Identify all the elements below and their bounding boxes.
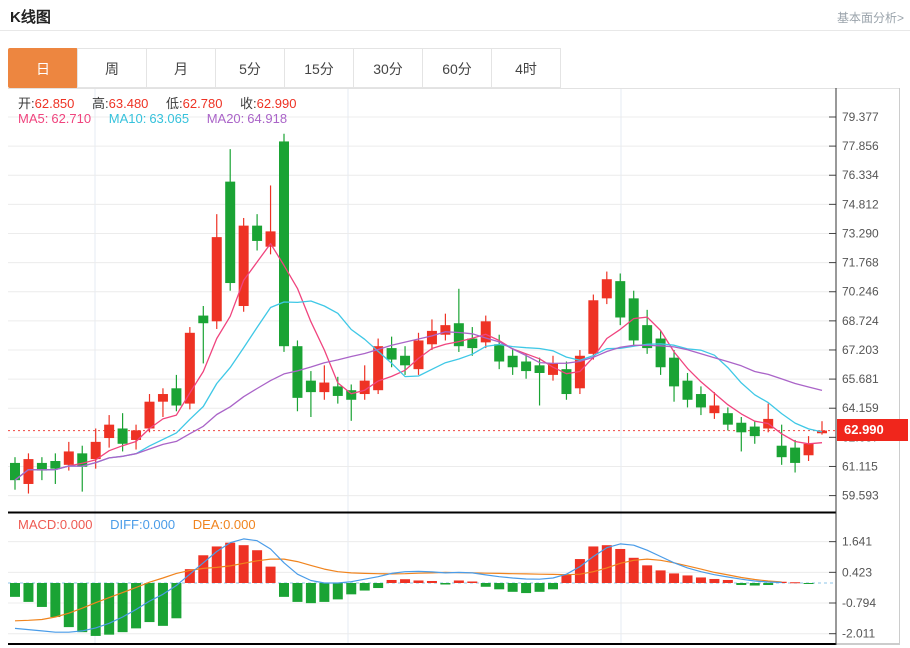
- low-value: 62.780: [182, 96, 223, 111]
- ma20-value: 64.918: [247, 111, 288, 126]
- tab-15min[interactable]: 15分: [284, 48, 354, 88]
- tab-30min[interactable]: 30分: [353, 48, 423, 88]
- close-value: 62.990: [256, 96, 297, 111]
- ma5-label: MA5:: [18, 111, 49, 126]
- tab-4hour[interactable]: 4时: [491, 48, 561, 88]
- ma10-value: 63.065: [149, 111, 190, 126]
- high-value: 63.480: [108, 96, 149, 111]
- ohlc-row: 开:62.850 高:63.480 低:62.780 收:62.990: [18, 93, 310, 112]
- svg-text:-2.011: -2.011: [842, 627, 875, 641]
- open-value: 62.850: [34, 96, 75, 111]
- current-price-badge: 62.990: [837, 419, 908, 441]
- svg-text:65.681: 65.681: [842, 372, 879, 386]
- svg-text:-0.794: -0.794: [842, 596, 876, 610]
- ma20-label: MA20:: [206, 111, 245, 126]
- header-divider: [0, 30, 910, 31]
- svg-text:67.203: 67.203: [842, 343, 879, 357]
- high-label: 高:: [92, 96, 109, 111]
- tab-day[interactable]: 日: [8, 48, 78, 88]
- candlestick-macd-chart[interactable]: 79.377 77.856 76.334 74.812 73.290 71.768 70.2…: [8, 88, 908, 645]
- dea-value: 0.000: [223, 517, 256, 532]
- macd-value: 0.000: [59, 517, 93, 532]
- svg-text:68.724: 68.724: [842, 314, 879, 328]
- open-label: 开:: [18, 96, 35, 111]
- diff-label: DIFF:: [110, 517, 143, 532]
- tab-month[interactable]: 月: [146, 48, 216, 88]
- svg-text:61.115: 61.115: [842, 459, 878, 473]
- svg-text:74.812: 74.812: [842, 197, 879, 211]
- ma10-label: MA10:: [108, 111, 147, 126]
- tab-60min[interactable]: 60分: [422, 48, 492, 88]
- svg-text:59.593: 59.593: [842, 489, 879, 503]
- period-tabs: 日 周 月 5分 15分 30分 60分 4时: [8, 48, 561, 88]
- svg-text:77.856: 77.856: [842, 139, 879, 153]
- tab-week[interactable]: 周: [77, 48, 147, 88]
- low-label: 低:: [166, 96, 183, 111]
- fundamental-analysis-link[interactable]: 基本面分析>: [837, 9, 904, 26]
- svg-text:1.641: 1.641: [842, 535, 872, 549]
- page-title: K线图: [10, 9, 51, 26]
- macd-legend-row: MACD:0.000 DIFF:0.000 DEA:0.000: [18, 517, 270, 532]
- ma-legend-row: MA5: 62.710 MA10: 63.065 MA20: 64.918: [18, 111, 301, 126]
- svg-text:79.377: 79.377: [842, 110, 879, 124]
- ma5-value: 62.710: [51, 111, 92, 126]
- diff-value: 0.000: [142, 517, 176, 532]
- svg-text:64.159: 64.159: [842, 401, 879, 415]
- svg-text:76.334: 76.334: [842, 168, 879, 182]
- macd-label: MACD:: [18, 517, 60, 532]
- svg-text:71.768: 71.768: [842, 256, 879, 270]
- close-label: 收:: [240, 96, 257, 111]
- svg-text:0.423: 0.423: [842, 565, 872, 579]
- dea-label: DEA:: [192, 517, 224, 532]
- svg-text:70.246: 70.246: [842, 285, 879, 299]
- kline-chart-area[interactable]: 79.377 77.856 76.334 74.812 73.290 71.768 70.2…: [8, 88, 908, 645]
- tab-5min[interactable]: 5分: [215, 48, 285, 88]
- svg-text:73.290: 73.290: [842, 226, 879, 240]
